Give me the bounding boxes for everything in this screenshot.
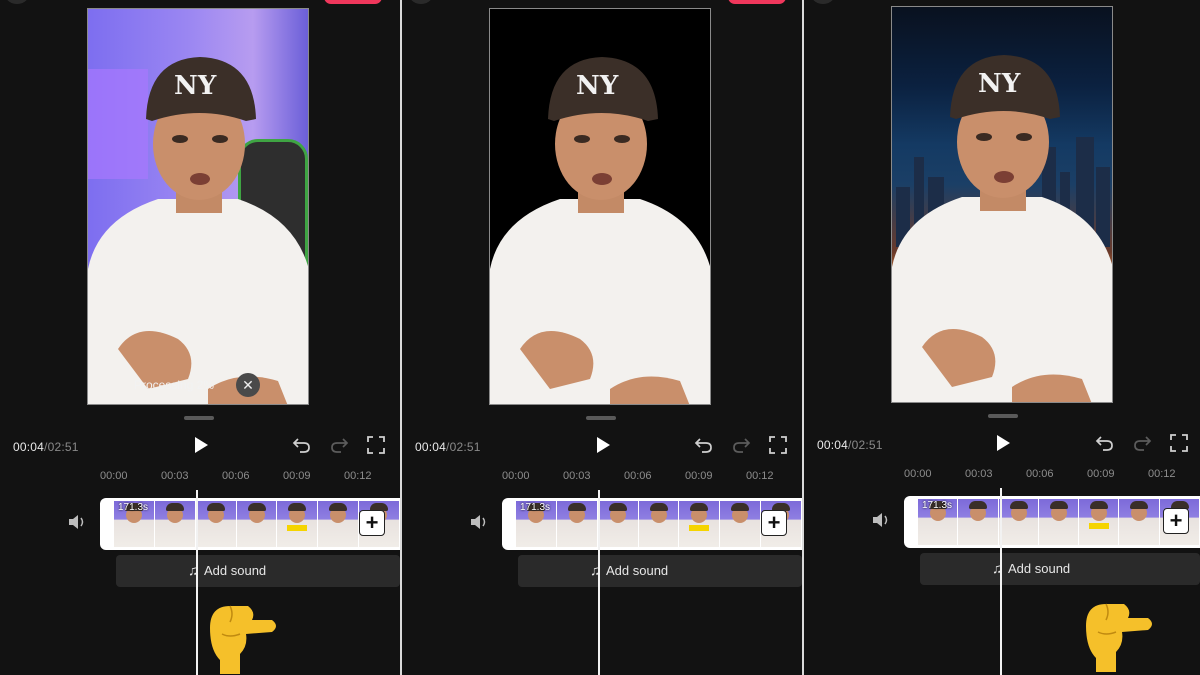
- clip-frame: [998, 499, 1038, 545]
- time-tick: 00:12: [1148, 468, 1176, 480]
- add-sound-label: Add sound: [204, 563, 267, 578]
- add-sound-track[interactable]: ♫ Add sound: [116, 555, 400, 587]
- close-icon[interactable]: ✕: [236, 373, 260, 397]
- playhead[interactable]: [598, 490, 600, 675]
- clip-frame: [318, 501, 359, 547]
- top-left-button[interactable]: [6, 0, 28, 4]
- clip-frame: [679, 501, 720, 547]
- clip-frame: [720, 501, 761, 547]
- editor-panel-2: NY 00:04/02:51 00:00 00:03 00:06 00:09 0…: [402, 0, 802, 675]
- top-left-button[interactable]: [812, 0, 834, 4]
- plus-icon[interactable]: +: [359, 510, 385, 536]
- add-sound-track[interactable]: ♫ Add sound: [920, 553, 1200, 585]
- svg-text:NY: NY: [978, 69, 1021, 99]
- time-tick: 00:00: [100, 470, 128, 482]
- speaker-icon[interactable]: [470, 514, 488, 530]
- undo-icon[interactable]: [292, 435, 312, 455]
- time-tick: 00:09: [685, 470, 713, 482]
- time-tick: 00:00: [502, 470, 530, 482]
- presenter-figure: NY: [892, 55, 1112, 402]
- clip-duration: 171.3s: [922, 500, 953, 511]
- video-clip-track[interactable]: 171.3s: [502, 498, 802, 550]
- clip-thumbnails: [516, 501, 802, 547]
- redo-icon[interactable]: [1132, 433, 1152, 453]
- processing-status: Processing 2%: [134, 378, 215, 392]
- panel-drag-handle[interactable]: [586, 416, 616, 420]
- plus-icon[interactable]: +: [1163, 508, 1189, 534]
- clip-frame: [958, 499, 998, 545]
- play-icon[interactable]: [594, 436, 612, 454]
- time-readout: 00:04/02:51: [13, 440, 79, 454]
- export-button[interactable]: [324, 0, 382, 4]
- clip-frame: [1038, 499, 1079, 545]
- video-preview[interactable]: NY: [489, 8, 711, 405]
- time-tick: 00:12: [344, 470, 372, 482]
- fullscreen-icon[interactable]: [768, 435, 788, 455]
- plus-icon[interactable]: +: [761, 510, 787, 536]
- speaker-icon[interactable]: [68, 514, 86, 530]
- clip-thumbnails: [114, 501, 400, 547]
- presenter-figure: NY: [88, 57, 308, 404]
- presenter-figure: NY: [490, 57, 710, 404]
- video-clip-track[interactable]: 171.3s: [100, 498, 400, 550]
- playhead[interactable]: [1000, 488, 1002, 675]
- clip-duration: 171.3s: [520, 502, 551, 513]
- play-icon[interactable]: [192, 436, 210, 454]
- time-tick: 00:03: [161, 470, 189, 482]
- time-tick: 00:03: [563, 470, 591, 482]
- video-preview[interactable]: NY: [891, 6, 1113, 403]
- play-icon[interactable]: [994, 434, 1012, 452]
- panel-drag-handle[interactable]: [184, 416, 214, 420]
- undo-icon[interactable]: [1095, 433, 1115, 453]
- time-tick: 00:06: [222, 470, 250, 482]
- svg-text:NY: NY: [576, 71, 619, 101]
- time-tick: 00:06: [624, 470, 652, 482]
- comparison-stage: NY Processing 2% ✕ 00:04/02:51 00:00 00:…: [0, 0, 1200, 675]
- time-tick: 00:03: [965, 468, 993, 480]
- pointing-hand-icon: [1086, 603, 1152, 672]
- time-tick: 00:12: [746, 470, 774, 482]
- clip-frame: [556, 501, 597, 547]
- add-sound-label: Add sound: [606, 563, 669, 578]
- editor-panel-1: NY Processing 2% ✕ 00:04/02:51 00:00 00:…: [0, 0, 400, 675]
- redo-icon[interactable]: [329, 435, 349, 455]
- editor-panel-3: NY 00:04/02:51 00:00 00:03 00:06 00:09 0…: [804, 0, 1200, 675]
- redo-icon[interactable]: [731, 435, 751, 455]
- top-left-button[interactable]: [410, 0, 432, 4]
- time-tick: 00:09: [283, 470, 311, 482]
- time-tick: 00:09: [1087, 468, 1115, 480]
- clip-frame: [154, 501, 195, 547]
- pointing-hand-icon: [210, 605, 276, 674]
- clip-frame: [638, 501, 679, 547]
- speaker-icon[interactable]: [872, 512, 890, 528]
- clip-frame: [597, 501, 638, 547]
- time-tick: 00:06: [1026, 468, 1054, 480]
- clip-frame: [236, 501, 277, 547]
- time-readout: 00:04/02:51: [415, 440, 481, 454]
- time-readout: 00:04/02:51: [817, 438, 883, 452]
- clip-frame: [1119, 499, 1159, 545]
- fullscreen-icon[interactable]: [1169, 433, 1189, 453]
- clip-duration: 171.3s: [118, 502, 149, 513]
- export-button[interactable]: [728, 0, 786, 4]
- panel-drag-handle[interactable]: [988, 414, 1018, 418]
- playhead[interactable]: [196, 490, 198, 675]
- add-sound-label: Add sound: [1008, 561, 1071, 576]
- clip-thumbnails: [918, 499, 1200, 545]
- time-tick: 00:00: [904, 468, 932, 480]
- video-preview[interactable]: NY: [87, 8, 309, 405]
- clip-frame: [1079, 499, 1119, 545]
- fullscreen-icon[interactable]: [366, 435, 386, 455]
- add-sound-track[interactable]: ♫ Add sound: [518, 555, 802, 587]
- clip-frame: [195, 501, 236, 547]
- svg-text:NY: NY: [174, 71, 217, 101]
- video-clip-track[interactable]: 171.3s: [904, 496, 1200, 548]
- clip-frame: [277, 501, 318, 547]
- undo-icon[interactable]: [694, 435, 714, 455]
